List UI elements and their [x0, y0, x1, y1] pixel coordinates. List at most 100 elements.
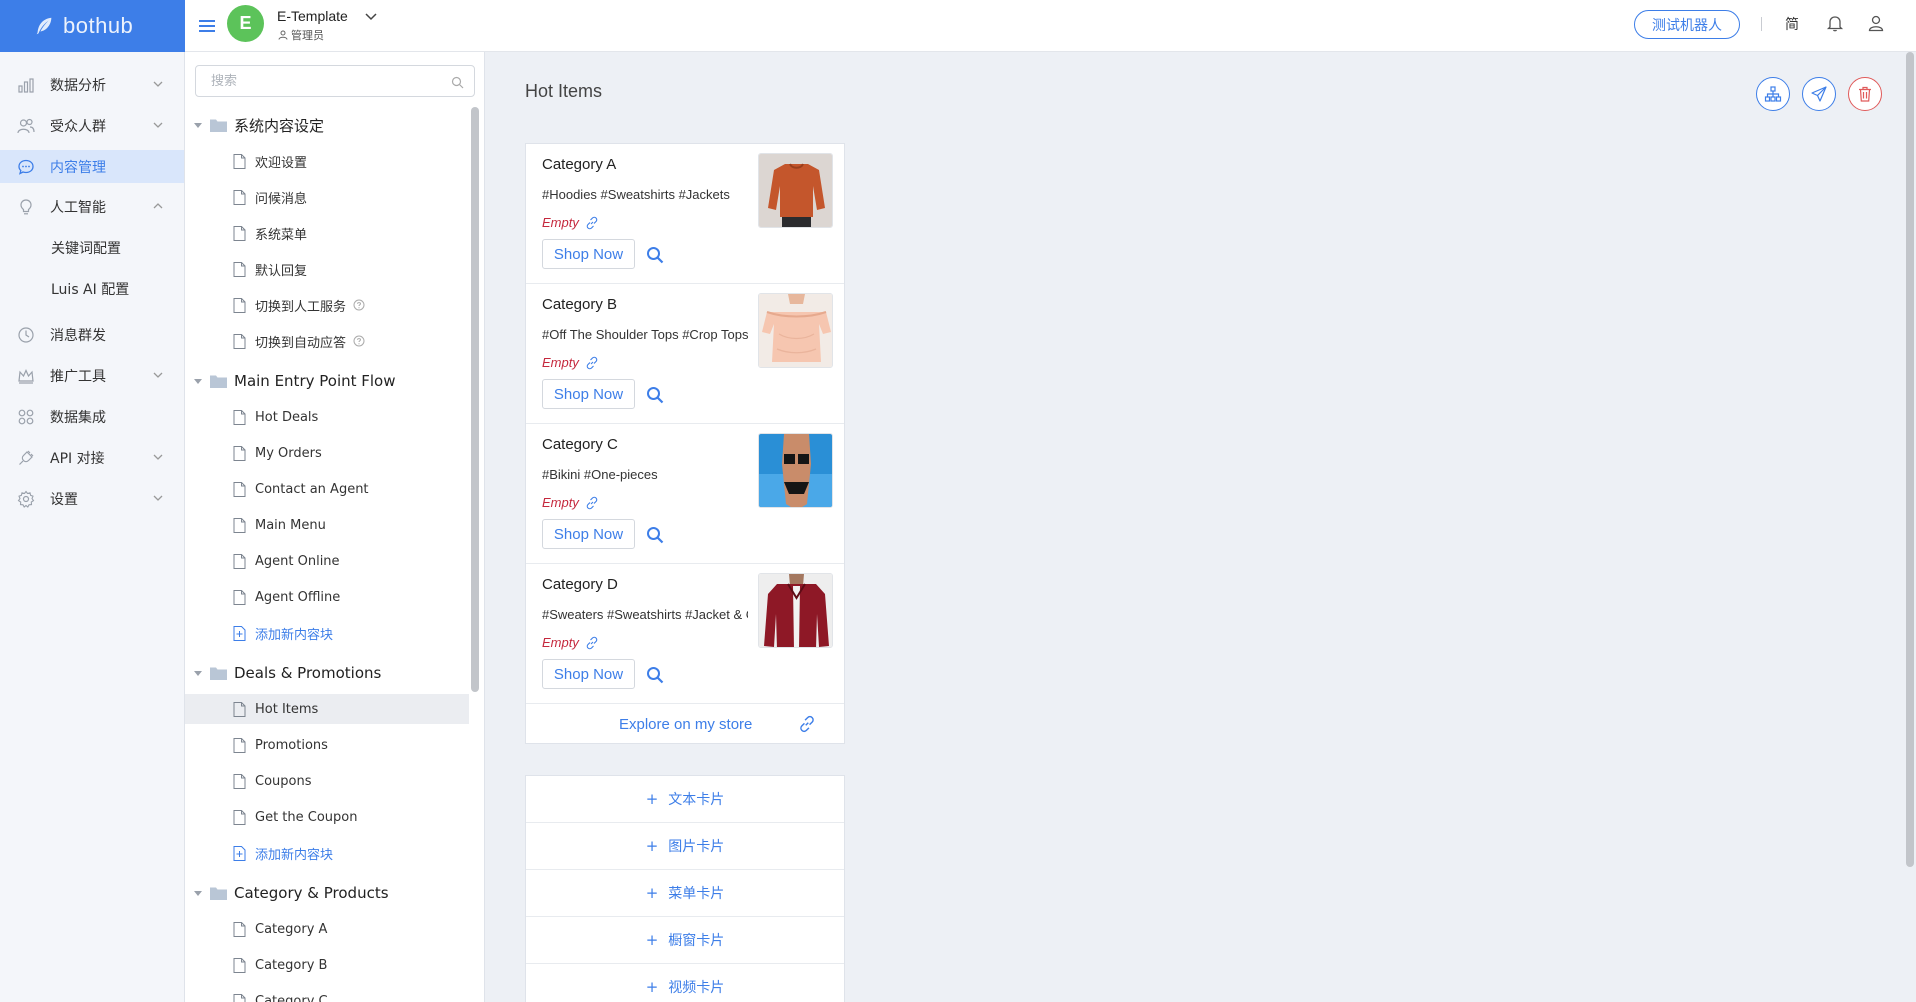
gallery-item-title[interactable]: Category C [542, 436, 618, 453]
nav-item-data-integration[interactable]: 数据集成 [0, 400, 184, 433]
shop-now-button[interactable]: Shop Now [542, 519, 635, 549]
tree-item[interactable]: Category A [185, 914, 469, 944]
caret-down-icon[interactable] [193, 668, 203, 678]
tree-item[interactable]: Promotions [185, 730, 469, 760]
tree-folder[interactable]: 系统内容设定 [185, 110, 469, 140]
search-icon[interactable] [451, 76, 464, 89]
tree-item[interactable]: 切换到人工服务 [185, 290, 469, 320]
search-icon[interactable] [646, 666, 664, 684]
user-icon[interactable] [1867, 14, 1885, 32]
workspace-name[interactable]: E-Template [277, 8, 348, 24]
flow-map-button[interactable] [1756, 77, 1790, 111]
nav-item-audience[interactable]: 受众人群 [0, 109, 184, 142]
gallery-item-title[interactable]: Category B [542, 296, 617, 313]
gallery-item-tags[interactable]: #Hoodies #Sweatshirts #Jackets [542, 187, 748, 202]
add-card-label: 文本卡片 [668, 792, 725, 808]
tree-item[interactable]: Coupons [185, 766, 469, 796]
nav-item-settings[interactable]: 设置 [0, 482, 184, 515]
caret-down-icon[interactable] [193, 376, 203, 386]
add-menu-card-button[interactable]: + 菜单卡片 [526, 870, 844, 917]
tree-folder[interactable]: Category & Products [185, 878, 469, 908]
test-bot-button[interactable]: 测试机器人 [1634, 10, 1740, 39]
gallery-item-link[interactable]: Empty [542, 495, 599, 510]
product-image[interactable] [758, 293, 833, 368]
tree-item[interactable]: Agent Online [185, 546, 469, 576]
tree-item[interactable]: Category C [185, 986, 469, 1002]
add-text-card-button[interactable]: + 文本卡片 [526, 776, 844, 823]
nav-item-data-analysis[interactable]: 数据分析 [0, 68, 184, 101]
gallery-item[interactable]: Category C #Bikini #One-pieces Empty Sho… [526, 424, 844, 564]
tree-item[interactable]: Main Menu [185, 510, 469, 540]
main-scrollbar[interactable] [1906, 52, 1914, 867]
gallery-item-link[interactable]: Empty [542, 635, 599, 650]
nav-item-content-management[interactable]: 内容管理 [0, 150, 184, 183]
add-video-card-button[interactable]: + 视频卡片 [526, 964, 844, 1002]
language-switch[interactable]: 简 [1785, 14, 1799, 34]
tree-item-selected[interactable]: Hot Items [185, 694, 469, 724]
gallery-item-title[interactable]: Category A [542, 156, 616, 173]
menu-icon[interactable] [196, 15, 218, 37]
product-image[interactable] [758, 153, 833, 228]
tree-item[interactable]: Hot Deals [185, 402, 469, 432]
document-icon [233, 701, 246, 717]
bikini-image [759, 434, 832, 507]
tree-item[interactable]: Get the Coupon [185, 802, 469, 832]
tree-item[interactable]: My Orders [185, 438, 469, 468]
gallery-item-link[interactable]: Empty [542, 355, 599, 370]
tree-folder[interactable]: Deals & Promotions [185, 658, 469, 688]
gallery-item-tags[interactable]: #Bikini #One-pieces [542, 467, 748, 482]
shop-now-button[interactable]: Shop Now [542, 379, 635, 409]
product-image[interactable] [758, 433, 833, 508]
gallery-item[interactable]: Category D #Sweaters #Sweatshirts #Jacke… [526, 564, 844, 704]
search-icon[interactable] [646, 386, 664, 404]
help-icon[interactable] [353, 299, 365, 311]
gallery-item[interactable]: Category A #Hoodies #Sweatshirts #Jacket… [526, 144, 844, 284]
help-icon[interactable] [353, 335, 365, 347]
tree-folder[interactable]: Main Entry Point Flow [185, 366, 469, 396]
tree-item-label: Contact an Agent [255, 481, 369, 497]
document-icon [233, 481, 246, 497]
tree-item[interactable]: Category B [185, 950, 469, 980]
nav-sub-luis-ai-config[interactable]: Luis AI 配置 [0, 272, 184, 305]
gallery-item-title[interactable]: Category D [542, 576, 618, 593]
tree-search-input[interactable] [196, 66, 436, 96]
gallery-item-tags[interactable]: #Off The Shoulder Tops #Crop Tops [542, 327, 748, 342]
tree-item[interactable]: 系统菜单 [185, 218, 469, 248]
caret-down-icon[interactable] [193, 120, 203, 130]
search-icon[interactable] [646, 526, 664, 544]
add-content-block-button[interactable]: 添加新内容块 [185, 838, 469, 868]
tree-search[interactable] [195, 65, 475, 97]
chevron-down-icon[interactable] [363, 8, 379, 24]
tree-item[interactable]: Agent Offline [185, 582, 469, 612]
nav-item-api[interactable]: API 对接 [0, 441, 184, 474]
add-content-block-button[interactable]: 添加新内容块 [185, 618, 469, 648]
nav-item-broadcast[interactable]: 消息群发 [0, 318, 184, 351]
gallery-item[interactable]: Category B #Off The Shoulder Tops #Crop … [526, 284, 844, 424]
explore-store-link[interactable]: Explore on my store [526, 704, 844, 744]
tree-item[interactable]: 默认回复 [185, 254, 469, 284]
tree-item[interactable]: 切换到自动应答 [185, 326, 469, 356]
bell-icon[interactable] [1826, 14, 1844, 32]
tree-item[interactable]: Contact an Agent [185, 474, 469, 504]
send-button[interactable] [1802, 77, 1836, 111]
nav-item-ai[interactable]: 人工智能 [0, 190, 184, 223]
workspace-avatar[interactable]: E [227, 5, 264, 42]
logo[interactable]: bothub [0, 0, 185, 52]
nav-sub-keyword-config[interactable]: 关键词配置 [0, 231, 184, 264]
tree-item[interactable]: 问候消息 [185, 182, 469, 212]
shop-now-button[interactable]: Shop Now [542, 659, 635, 689]
product-image[interactable] [758, 573, 833, 648]
add-gallery-card-button[interactable]: + 橱窗卡片 [526, 917, 844, 964]
caret-down-icon[interactable] [193, 888, 203, 898]
clock-icon [18, 326, 34, 343]
tree-scrollbar[interactable] [471, 107, 479, 692]
gallery-item-tags[interactable]: #Sweaters #Sweatshirts #Jacket & Coats [542, 607, 748, 622]
nav-item-promotion-tools[interactable]: 推广工具 [0, 359, 184, 392]
shop-now-button[interactable]: Shop Now [542, 239, 635, 269]
add-image-card-button[interactable]: + 图片卡片 [526, 823, 844, 870]
add-content-block-label: 添加新内容块 [255, 847, 334, 863]
search-icon[interactable] [646, 246, 664, 264]
delete-button[interactable] [1848, 77, 1882, 111]
gallery-item-link[interactable]: Empty [542, 215, 599, 230]
tree-item[interactable]: 欢迎设置 [185, 146, 469, 176]
